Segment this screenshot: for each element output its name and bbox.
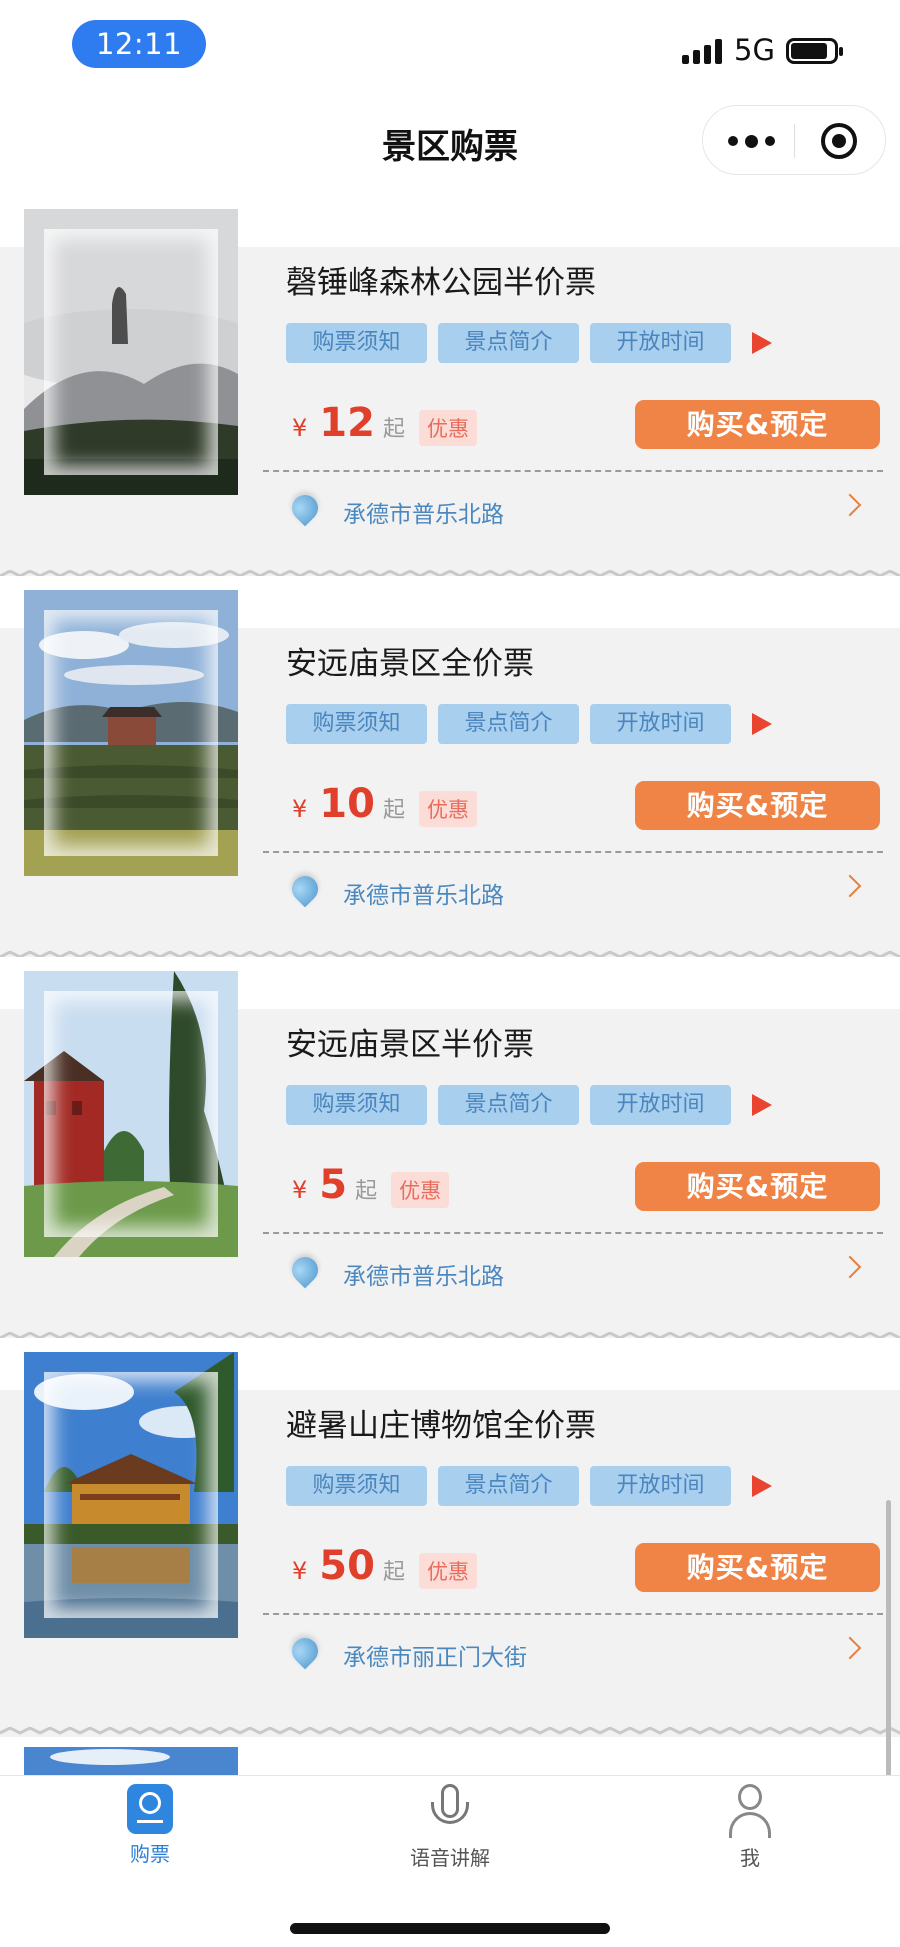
ticket-icon: [127, 1784, 173, 1834]
ticket-name: 磬锤峰森林公园半价票: [286, 265, 596, 301]
tab-tickets[interactable]: 购票: [70, 1784, 230, 1867]
ticket-address[interactable]: 承德市普乐北路: [343, 876, 504, 910]
dashed-divider: [263, 1232, 883, 1234]
status-time: 12:11: [72, 20, 206, 68]
price-from-label: 起: [382, 1560, 405, 1585]
user-icon: [725, 1784, 775, 1838]
home-indicator[interactable]: [290, 1923, 610, 1934]
play-icon[interactable]: [752, 1475, 772, 1497]
ticket-card-partial[interactable]: [0, 1726, 900, 1775]
capsule-divider: [794, 124, 795, 158]
tag-row: 购票须知 景点简介 开放时间: [286, 704, 772, 744]
close-target-icon[interactable]: [821, 123, 857, 159]
chevron-right-icon[interactable]: [838, 1255, 862, 1279]
buy-reserve-button[interactable]: 购买&预定: [635, 1543, 880, 1592]
discount-badge: 优惠: [418, 410, 477, 446]
tag-opening-hours[interactable]: 开放时间: [590, 1466, 731, 1506]
ticket-price: 5: [319, 1162, 348, 1208]
more-icon[interactable]: [723, 128, 779, 154]
discount-badge: 优惠: [391, 1172, 450, 1208]
battery-icon: [786, 38, 843, 64]
tag-attraction-intro[interactable]: 景点简介: [438, 1085, 579, 1125]
ticket-address[interactable]: 承德市普乐北路: [343, 1257, 504, 1291]
price-row: ¥ 12 起 优惠: [292, 400, 477, 450]
ticket-price: 10: [319, 781, 375, 827]
buy-reserve-button[interactable]: 购买&预定: [635, 1162, 880, 1211]
tab-bar: 购票 语音讲解 我: [0, 1775, 900, 1947]
tag-purchase-notice[interactable]: 购票须知: [286, 704, 427, 744]
scenic-photo[interactable]: [24, 590, 238, 876]
tag-attraction-intro[interactable]: 景点简介: [438, 323, 579, 363]
price-from-label: 起: [382, 798, 405, 823]
dashed-divider: [263, 1613, 883, 1615]
tag-row: 购票须知 景点简介 开放时间: [286, 323, 772, 363]
tag-opening-hours[interactable]: 开放时间: [590, 323, 731, 363]
price-row: ¥ 5 起 优惠: [292, 1162, 450, 1212]
price-from-label: 起: [382, 417, 405, 442]
ticket-card[interactable]: 磬锤峰森林公园半价票 购票须知 景点简介 开放时间 ¥ 12 起 优惠 购买&预…: [0, 195, 900, 575]
tab-audio-label: 语音讲解: [410, 1846, 490, 1870]
ticket-price: 12: [319, 400, 375, 446]
ticket-name: 安远庙景区全价票: [286, 646, 534, 682]
dashed-divider: [263, 851, 883, 853]
buy-reserve-button[interactable]: 购买&预定: [635, 781, 880, 830]
chevron-right-icon[interactable]: [838, 493, 862, 517]
scenic-photo[interactable]: [24, 971, 238, 1257]
tag-purchase-notice[interactable]: 购票须知: [286, 1466, 427, 1506]
location-pin-icon: [286, 1632, 324, 1670]
tab-me-label: 我: [740, 1846, 760, 1870]
dashed-divider: [263, 470, 883, 472]
discount-badge: 优惠: [418, 791, 477, 827]
buy-reserve-button[interactable]: 购买&预定: [635, 400, 880, 449]
tag-opening-hours[interactable]: 开放时间: [590, 704, 731, 744]
location-pin-icon: [286, 489, 324, 527]
ticket-address[interactable]: 承德市普乐北路: [343, 495, 504, 529]
ticket-card[interactable]: 避暑山庄博物馆全价票 购票须知 景点简介 开放时间 ¥ 50 起 优惠 购买&预…: [0, 1332, 900, 1718]
tag-attraction-intro[interactable]: 景点简介: [438, 1466, 579, 1506]
play-icon[interactable]: [752, 1094, 772, 1116]
price-from-label: 起: [355, 1179, 378, 1204]
price-row: ¥ 10 起 优惠: [292, 781, 477, 831]
network-label: 5G: [734, 33, 775, 67]
scenic-photo[interactable]: [24, 209, 238, 495]
ticket-name: 安远庙景区半价票: [286, 1027, 534, 1063]
tag-row: 购票须知 景点简介 开放时间: [286, 1085, 772, 1125]
currency-symbol: ¥: [292, 414, 308, 442]
nav-bar: 景区购票: [0, 95, 900, 195]
chevron-right-icon[interactable]: [838, 1636, 862, 1660]
play-icon[interactable]: [752, 332, 772, 354]
tag-opening-hours[interactable]: 开放时间: [590, 1085, 731, 1125]
scrollbar[interactable]: [886, 1500, 891, 1775]
ticket-address[interactable]: 承德市丽正门大街: [343, 1638, 527, 1672]
status-bar: 12:11 5G: [0, 0, 900, 95]
scenic-photo[interactable]: [24, 1352, 238, 1638]
signal-icon: [682, 38, 724, 64]
tab-tickets-label: 购票: [130, 1842, 170, 1866]
discount-badge: 优惠: [418, 1553, 477, 1589]
location-pin-icon: [286, 870, 324, 908]
tab-audio-guide[interactable]: 语音讲解: [370, 1784, 530, 1871]
location-pin-icon: [286, 1251, 324, 1289]
play-icon[interactable]: [752, 713, 772, 735]
currency-symbol: ¥: [292, 1557, 308, 1585]
tag-row: 购票须知 景点简介 开放时间: [286, 1466, 772, 1506]
currency-symbol: ¥: [292, 795, 308, 823]
ticket-card[interactable]: 安远庙景区半价票 购票须知 景点简介 开放时间 ¥ 5 起 优惠 购买&预定 承…: [0, 951, 900, 1337]
tag-purchase-notice[interactable]: 购票须知: [286, 1085, 427, 1125]
chevron-right-icon[interactable]: [838, 874, 862, 898]
tag-purchase-notice[interactable]: 购票须知: [286, 323, 427, 363]
ticket-list[interactable]: 磬锤峰森林公园半价票 购票须知 景点简介 开放时间 ¥ 12 起 优惠 购买&预…: [0, 195, 900, 1775]
price-row: ¥ 50 起 优惠: [292, 1543, 477, 1593]
tag-attraction-intro[interactable]: 景点简介: [438, 704, 579, 744]
ticket-price: 50: [319, 1543, 375, 1589]
ticket-card[interactable]: 安远庙景区全价票 购票须知 景点简介 开放时间 ¥ 10 起 优惠 购买&预定 …: [0, 570, 900, 956]
currency-symbol: ¥: [292, 1176, 308, 1204]
ticket-name: 避暑山庄博物馆全价票: [286, 1408, 596, 1444]
microphone-icon: [425, 1784, 475, 1838]
miniprogram-capsule: [702, 105, 886, 175]
tab-me[interactable]: 我: [670, 1784, 830, 1871]
